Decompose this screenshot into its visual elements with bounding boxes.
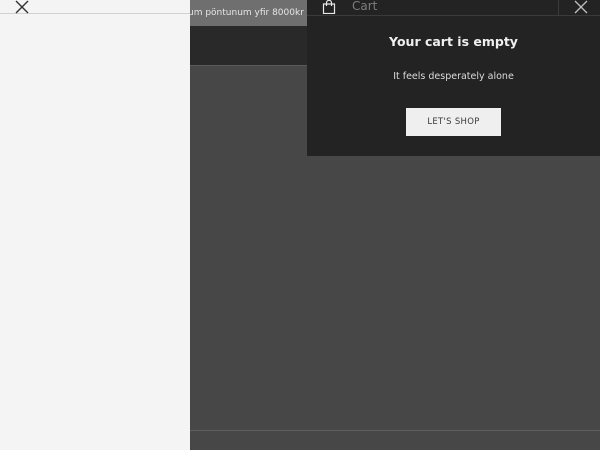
close-icon — [15, 0, 29, 14]
close-icon — [574, 0, 588, 14]
announcement-text: llum pöntunum yfir 8000kr ! — [183, 8, 311, 18]
cart-empty-subtext: It feels desperately alone — [393, 71, 514, 82]
cart-title: Cart — [352, 0, 378, 13]
cart-drawer: Cart Your cart is empty It feels despera… — [307, 0, 600, 156]
lets-shop-button[interactable]: LET'S SHOP — [406, 108, 501, 136]
cart-empty-heading: Your cart is empty — [389, 34, 518, 49]
cart-header: Cart — [307, 0, 600, 16]
side-menu-drawer — [0, 0, 190, 450]
drawer-close-button[interactable] — [14, 0, 30, 15]
page-overlay[interactable]: llum pöntunum yfir 8000kr ! Cart Your ca… — [0, 0, 600, 450]
cart-close-button[interactable] — [558, 0, 600, 16]
shopping-bag-icon — [322, 0, 336, 14]
